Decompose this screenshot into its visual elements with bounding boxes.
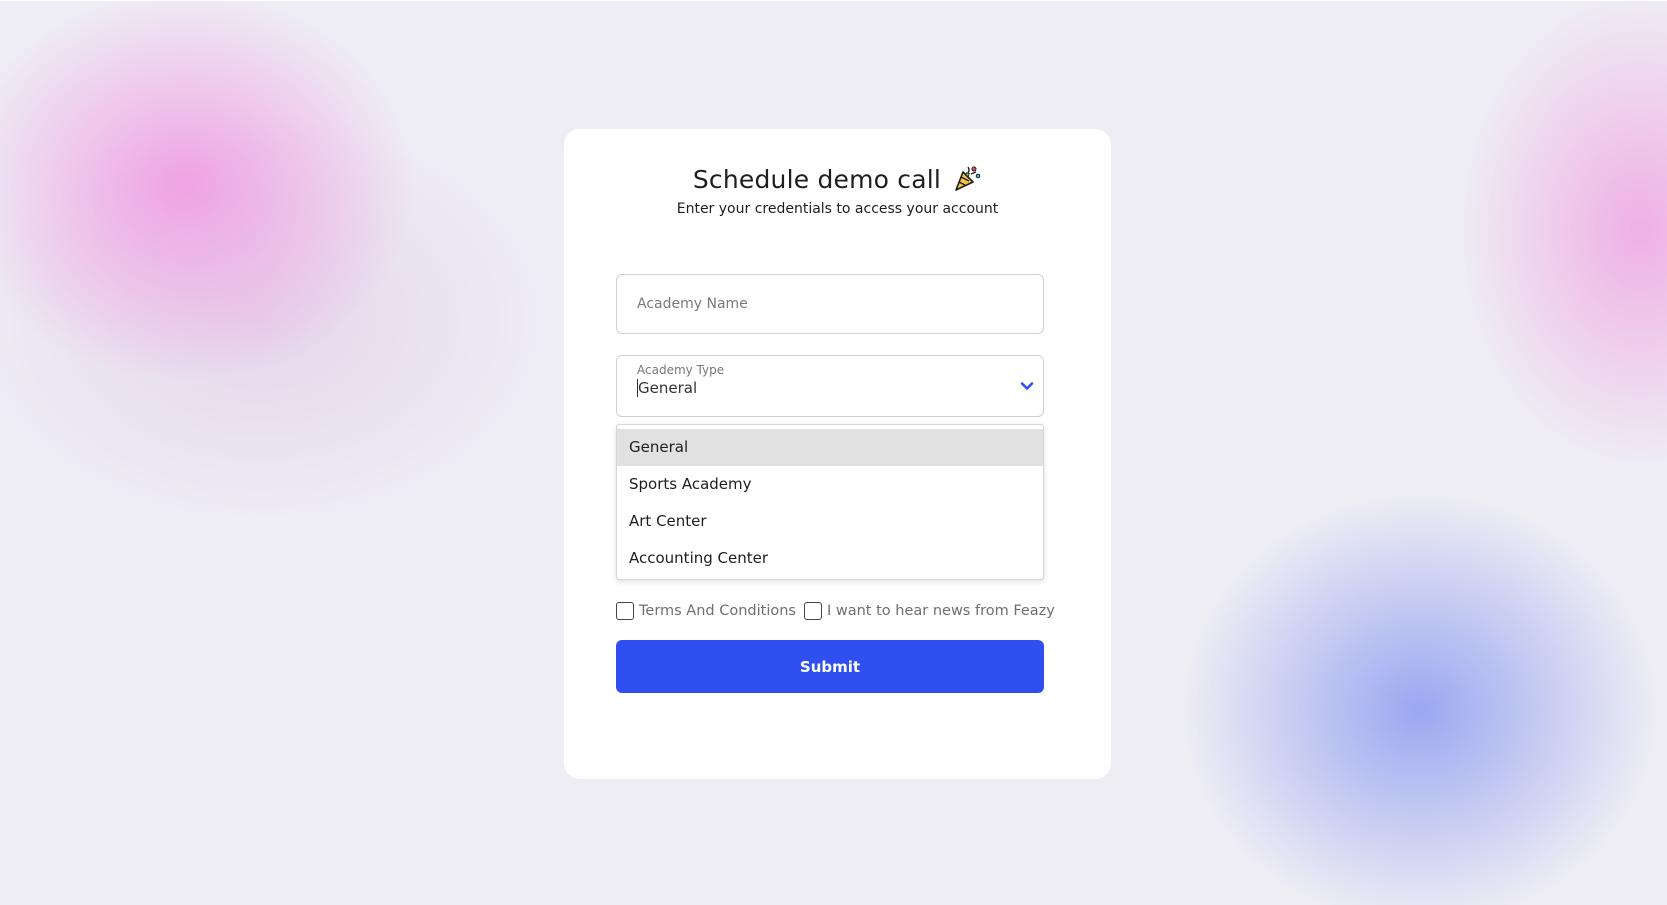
terms-checkbox-label: Terms And Conditions (639, 603, 796, 619)
title-row: Schedule demo call (564, 163, 1111, 194)
dropdown-option-accounting-center[interactable]: Accounting Center (617, 540, 1043, 577)
academy-type-label: Academy Type (637, 363, 725, 377)
party-popper-icon (952, 163, 982, 193)
terms-checkbox-box[interactable] (616, 602, 634, 620)
academy-type-select[interactable]: Academy Type General (616, 355, 1044, 417)
top-edge (0, 0, 1667, 1)
terms-checkbox[interactable]: Terms And Conditions (616, 602, 796, 620)
page-subtitle: Enter your credentials to access your ac… (676, 201, 999, 217)
academy-type-dropdown: General Sports Academy Art Center Accoun… (616, 424, 1044, 580)
submit-button[interactable]: Submit (616, 640, 1044, 693)
dropdown-option-art-center[interactable]: Art Center (617, 503, 1043, 540)
news-checkbox-box[interactable] (803, 602, 822, 620)
schedule-demo-card: Schedule demo call Enter your credential… (564, 129, 1111, 779)
academy-name-field[interactable] (616, 274, 1044, 334)
academy-name-input[interactable] (617, 275, 1043, 333)
checkbox-row: Terms And Conditions I want to hear news… (616, 602, 1056, 620)
news-checkbox-label: I want to hear news from Feazy (826, 603, 1055, 619)
academy-type-value: General (637, 379, 698, 397)
chevron-down-icon[interactable] (1017, 376, 1037, 396)
dropdown-option-sports-academy[interactable]: Sports Academy (617, 466, 1043, 503)
dropdown-option-general[interactable]: General (617, 429, 1043, 466)
page-title: Schedule demo call (692, 165, 942, 194)
news-checkbox[interactable]: I want to hear news from Feazy (803, 602, 1055, 620)
